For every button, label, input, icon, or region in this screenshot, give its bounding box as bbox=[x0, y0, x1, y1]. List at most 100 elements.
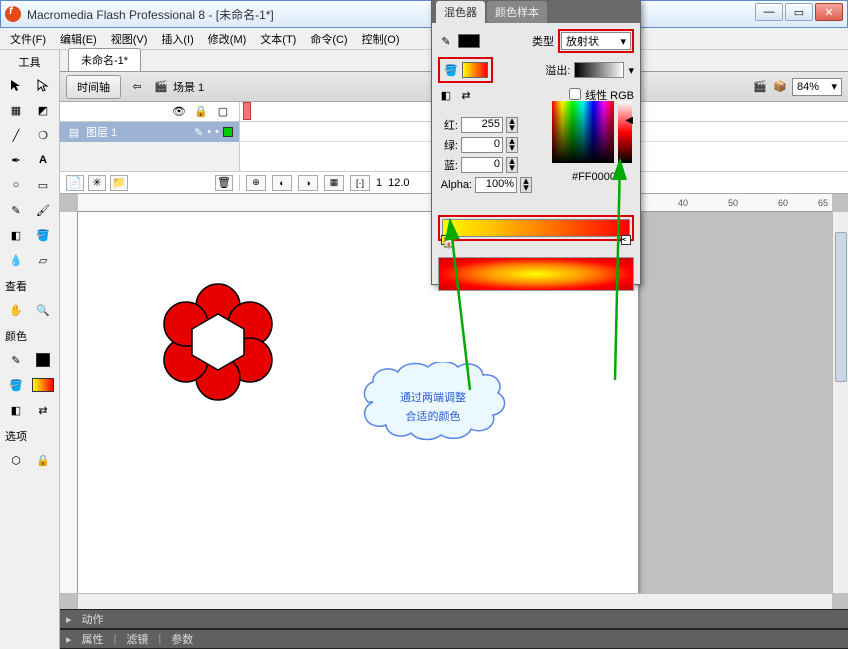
ink-bottle-tool[interactable]: ◧ bbox=[4, 224, 28, 246]
free-transform-tool[interactable]: ▦ bbox=[4, 99, 28, 121]
blue-spinner[interactable]: ▴▾ bbox=[506, 157, 518, 173]
minimize-button[interactable]: — bbox=[755, 3, 783, 21]
text-tool[interactable]: A bbox=[31, 149, 55, 171]
onion-marker-button[interactable]: [·] bbox=[350, 175, 370, 191]
center-frame-button[interactable]: ⊕ bbox=[246, 175, 266, 191]
edit-multiple-button[interactable]: ▦ bbox=[324, 175, 344, 191]
document-tab-label: 未命名-1* bbox=[81, 55, 128, 67]
new-folder-button[interactable]: 📁 bbox=[110, 175, 128, 191]
scene-label: 场景 1 bbox=[173, 79, 204, 95]
brush-tool[interactable]: 🖌 bbox=[31, 199, 55, 221]
gradient-transform-tool[interactable]: ◩ bbox=[31, 99, 55, 121]
document-tab[interactable]: 未命名-1* bbox=[68, 48, 141, 71]
menu-file[interactable]: 文件(F) bbox=[4, 29, 52, 49]
mixer-tab[interactable]: 混色器 bbox=[436, 1, 485, 23]
lock-icon[interactable]: 🔒 bbox=[193, 104, 209, 120]
green-spinner[interactable]: ▴▾ bbox=[506, 137, 518, 153]
fill-color-tool[interactable]: 🪣 bbox=[4, 374, 28, 396]
menu-modify[interactable]: 修改(M) bbox=[202, 29, 253, 49]
zoom-combo[interactable]: 84%▾ bbox=[792, 78, 842, 96]
new-guide-button[interactable]: ✳ bbox=[88, 175, 106, 191]
stroke-color-tool[interactable]: ✎ bbox=[4, 349, 28, 371]
maximize-button[interactable]: ▭ bbox=[785, 3, 813, 21]
spectrum[interactable] bbox=[552, 101, 614, 163]
menu-edit[interactable]: 编辑(E) bbox=[54, 29, 103, 49]
linear-rgb-checkbox[interactable] bbox=[569, 88, 581, 100]
color-picker[interactable]: ◀ bbox=[552, 101, 632, 177]
back-icon[interactable]: ⇦ bbox=[129, 79, 145, 95]
rectangle-tool[interactable]: ▭ bbox=[31, 174, 55, 196]
gradient-bar[interactable]: 🏠 ✂ bbox=[442, 219, 630, 237]
scene-breadcrumb[interactable]: 🎬 场景 1 bbox=[153, 79, 204, 95]
pen-tool[interactable]: ✒ bbox=[4, 149, 28, 171]
red-input[interactable]: 255 bbox=[461, 117, 503, 133]
layer-row[interactable]: ▤ 图层 1 ✎ •• bbox=[60, 122, 239, 142]
fill-swatch[interactable] bbox=[462, 62, 488, 78]
fill-type-combo[interactable]: 放射状▾ bbox=[561, 32, 631, 50]
flower-shape[interactable] bbox=[158, 282, 278, 402]
bw-icon[interactable]: ◧ bbox=[438, 87, 454, 103]
close-button[interactable]: ✕ bbox=[815, 3, 843, 21]
gradient-preview bbox=[438, 257, 634, 291]
hand-tool[interactable]: ✋ bbox=[4, 299, 28, 321]
overflow-combo[interactable] bbox=[574, 62, 624, 78]
option-lock[interactable]: 🔒 bbox=[31, 449, 55, 471]
onion-outline-button[interactable]: ◑ bbox=[298, 175, 318, 191]
actions-panel-label: 动作 bbox=[82, 611, 104, 627]
scrollbar-horizontal[interactable] bbox=[78, 593, 832, 609]
swatches-tab[interactable]: 颜色样本 bbox=[487, 1, 547, 23]
layer-outline-color[interactable] bbox=[223, 127, 233, 137]
view-section-label: 查看 bbox=[4, 274, 28, 296]
oval-tool[interactable]: ○ bbox=[4, 174, 28, 196]
subselect-tool[interactable] bbox=[31, 74, 55, 96]
gradient-stop-left[interactable]: 🏠 bbox=[441, 235, 451, 245]
eyedropper-tool[interactable]: 💧 bbox=[4, 249, 28, 271]
onion-skin-button[interactable]: ◐ bbox=[272, 175, 292, 191]
eraser-tool[interactable]: ▱ bbox=[31, 249, 55, 271]
toolbox-title: 工具 bbox=[19, 54, 41, 70]
eye-icon[interactable]: 👁 bbox=[171, 104, 187, 120]
option-snap[interactable]: ⬡ bbox=[4, 449, 28, 471]
alpha-input[interactable]: 100% bbox=[475, 177, 517, 193]
ruler-vertical bbox=[60, 212, 78, 593]
actions-panel-bar[interactable]: ▸ 动作 bbox=[60, 609, 848, 629]
green-input[interactable]: 0 bbox=[461, 137, 503, 153]
edit-symbol-icon[interactable]: 📦 bbox=[772, 79, 788, 95]
selection-tool[interactable] bbox=[4, 74, 28, 96]
playhead[interactable] bbox=[243, 102, 251, 120]
red-spinner[interactable]: ▴▾ bbox=[506, 117, 518, 133]
bw-button[interactable]: ◧ bbox=[4, 399, 28, 421]
menu-control[interactable]: 控制(O) bbox=[356, 29, 406, 49]
ruler-tick: 40 bbox=[678, 198, 688, 208]
swap-icon[interactable]: ⇄ bbox=[458, 87, 474, 103]
hex-value[interactable]: #FF0000 bbox=[572, 171, 616, 183]
fill-color-swatch[interactable] bbox=[31, 374, 55, 396]
blue-input[interactable]: 0 bbox=[461, 157, 503, 173]
timeline-toggle-button[interactable]: 时间轴 bbox=[66, 75, 121, 99]
scrollbar-vertical[interactable] bbox=[832, 212, 848, 593]
menu-view[interactable]: 视图(V) bbox=[105, 29, 154, 49]
properties-panel-bar[interactable]: ▸ 属性 | 滤镜 | 参数 bbox=[60, 629, 848, 649]
swatches-tab-label: 颜色样本 bbox=[495, 7, 539, 19]
hue-bar[interactable] bbox=[618, 101, 632, 163]
stroke-swatch[interactable] bbox=[458, 34, 480, 48]
delete-layer-button[interactable]: 🗑 bbox=[215, 175, 233, 191]
color-mixer-panel[interactable]: 混色器 颜色样本 ✎ 类型 放射状▾ 🪣 溢出: ▾ ◧ ⇄ 线性 R bbox=[431, 0, 641, 285]
edit-scene-icon[interactable]: 🎬 bbox=[752, 79, 768, 95]
swap-colors-button[interactable]: ⇄ bbox=[31, 399, 55, 421]
alpha-label: Alpha: bbox=[438, 179, 472, 191]
outline-icon[interactable]: ▢ bbox=[215, 104, 231, 120]
zoom-tool[interactable]: 🔍 bbox=[31, 299, 55, 321]
pencil-tool[interactable]: ✎ bbox=[4, 199, 28, 221]
menu-commands[interactable]: 命令(C) bbox=[304, 29, 353, 49]
line-tool[interactable]: ╱ bbox=[4, 124, 28, 146]
new-layer-button[interactable]: 📄 bbox=[66, 175, 84, 191]
menu-text[interactable]: 文本(T) bbox=[254, 29, 302, 49]
alpha-spinner[interactable]: ▴▾ bbox=[520, 177, 532, 193]
menu-insert[interactable]: 插入(I) bbox=[155, 29, 199, 49]
scroll-thumb[interactable] bbox=[835, 232, 847, 382]
paint-bucket-tool[interactable]: 🪣 bbox=[31, 224, 55, 246]
stroke-color-swatch[interactable] bbox=[31, 349, 55, 371]
bucket-icon: 🪣 bbox=[443, 62, 459, 78]
lasso-tool[interactable]: ❍ bbox=[31, 124, 55, 146]
